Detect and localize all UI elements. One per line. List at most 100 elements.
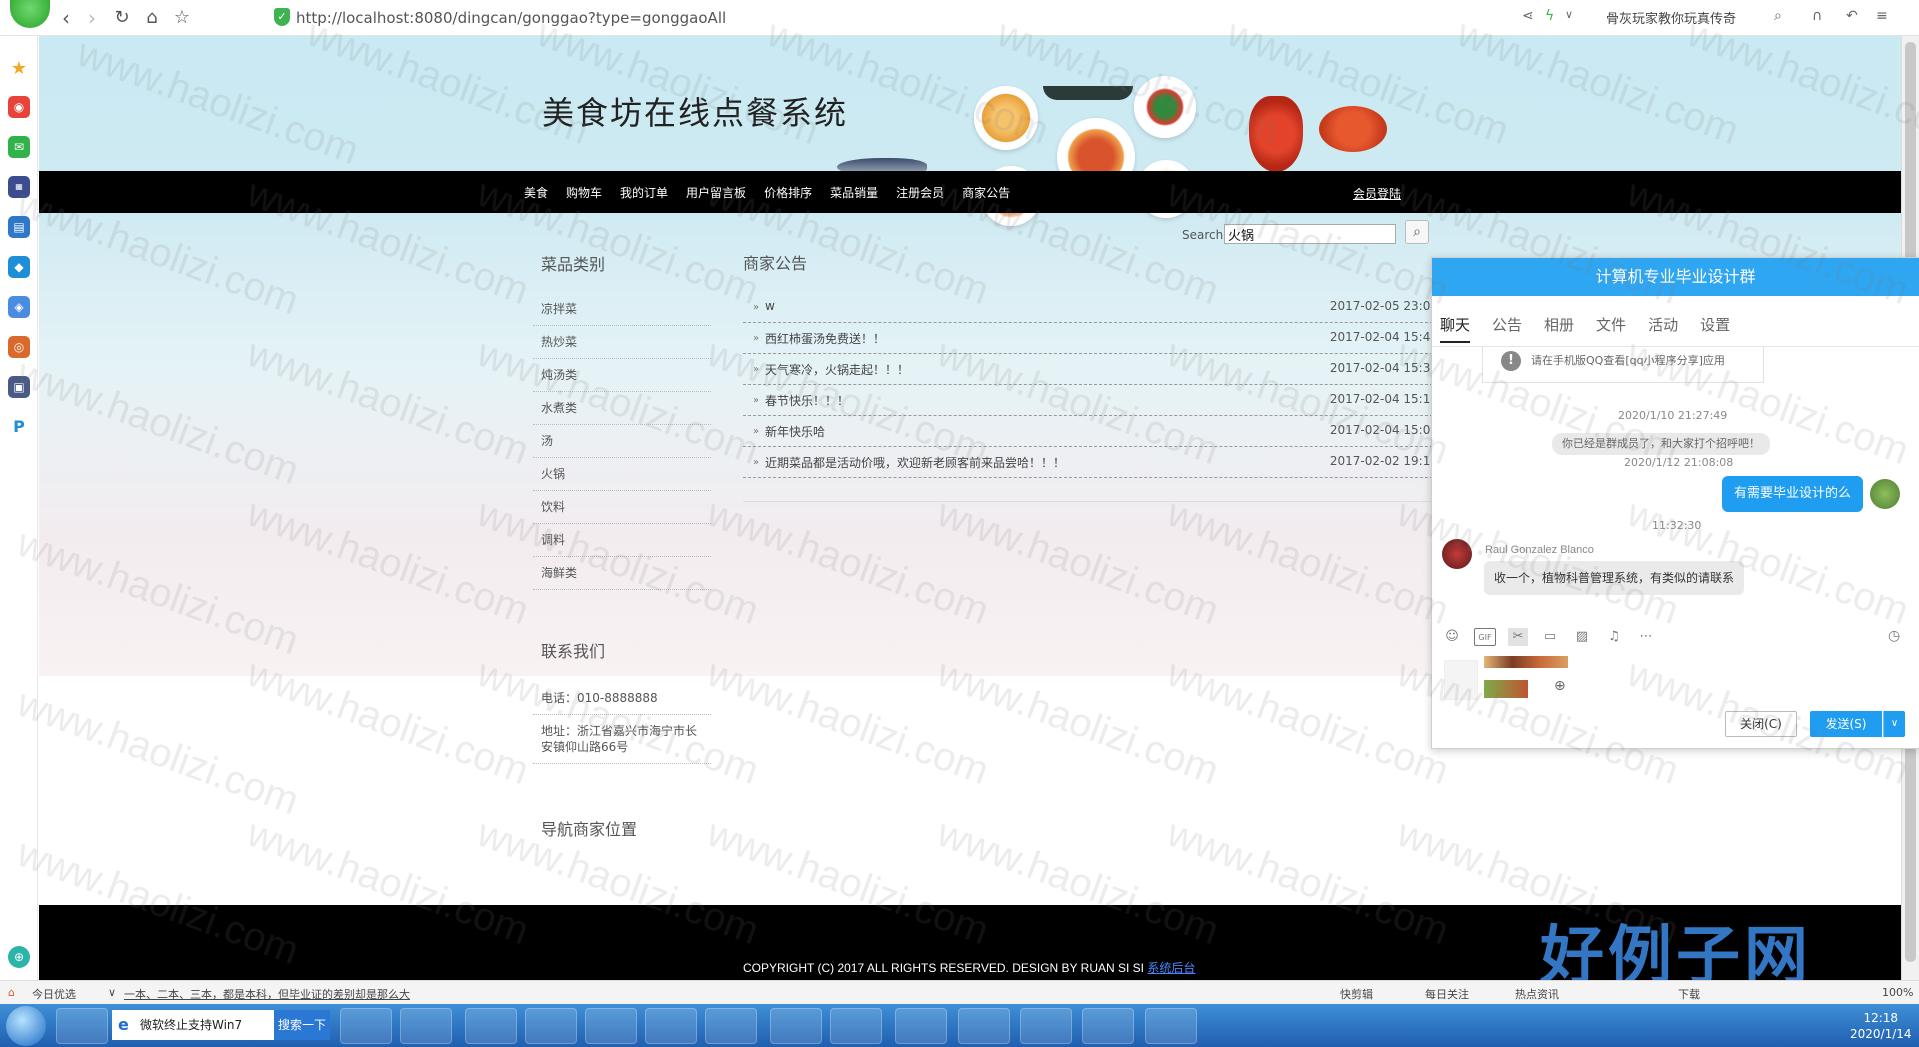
chat-tab-4[interactable]: 活动 <box>1648 314 1678 343</box>
feather-icon[interactable] <box>895 1008 947 1044</box>
nav-link-3[interactable]: 用户留言板 <box>686 184 746 201</box>
p-app-icon[interactable]: P <box>8 416 30 438</box>
nav-link-6[interactable]: 注册会员 <box>896 184 944 201</box>
notice-row[interactable]: » 天气寒冷，火锅走起！！！ 2017-02-04 15:39 <box>743 354 1438 385</box>
admin-link[interactable]: 系统后台 <box>1147 961 1195 975</box>
chrome-icon-2[interactable] <box>770 1008 822 1044</box>
notice-row[interactable]: » 西红柿蛋汤免费送！！ 2017-02-04 15:40 <box>743 323 1438 354</box>
chevron-down-icon[interactable]: ∨ <box>1565 8 1573 21</box>
network-app-icon[interactable] <box>1145 1008 1197 1044</box>
favorites-star-icon[interactable]: ★ <box>8 58 30 80</box>
notice-title-link[interactable]: w <box>765 299 775 313</box>
share-icon[interactable]: ⋖ <box>1522 8 1534 24</box>
chrome-icon[interactable] <box>645 1008 697 1044</box>
file-explorer-icon[interactable] <box>340 1008 392 1044</box>
notice-title-link[interactable]: 近期菜品都是活动价哦，欢迎新老顾客前来品尝哈！！！ <box>765 454 1065 471</box>
notice-row[interactable]: » w 2017-02-05 23:04 <box>743 292 1438 323</box>
start-button[interactable] <box>6 1006 46 1046</box>
search-icon[interactable]: ⌕ <box>1774 8 1782 24</box>
nav-link-4[interactable]: 价格排序 <box>764 184 812 201</box>
app-360-icon[interactable] <box>56 1008 108 1044</box>
nav-link-5[interactable]: 菜品销量 <box>830 184 878 201</box>
notice-row[interactable]: » 新年快乐哈 2017-02-04 15:05 <box>743 416 1438 447</box>
mail-icon[interactable]: ✉ <box>8 136 30 158</box>
search-icon[interactable]: ⌕ <box>1405 220 1429 244</box>
my-avatar[interactable] <box>1870 479 1900 509</box>
undo-icon[interactable]: ↶ <box>1846 8 1858 24</box>
nav-link-0[interactable]: 美食 <box>524 184 548 201</box>
chat-tab-1[interactable]: 公告 <box>1492 314 1522 343</box>
refresh-icon[interactable]: ↻ <box>110 6 134 30</box>
category-item[interactable]: 热炒菜 <box>533 326 711 359</box>
browser-logo-icon[interactable] <box>10 0 50 28</box>
play-icon[interactable] <box>830 1008 882 1044</box>
category-item[interactable]: 海鲜类 <box>533 557 711 590</box>
chat-tab-5[interactable]: 设置 <box>1700 314 1730 343</box>
qq-browser-icon[interactable] <box>1020 1008 1072 1044</box>
downloads[interactable]: 下载 <box>1678 986 1700 1002</box>
ie-news-item[interactable]: e 微软终止支持Win7 <box>112 1010 274 1040</box>
headphones-icon[interactable]: ∩ <box>1812 8 1822 24</box>
compass-icon[interactable]: ⊕ <box>8 946 30 968</box>
notice-row[interactable]: » 近期菜品都是活动价哦，欢迎新老顾客前来品尝哈！！！ 2017-02-02 19:… <box>743 447 1438 478</box>
category-item[interactable]: 饮料 <box>533 491 711 524</box>
scissors-icon[interactable]: ✂ <box>1508 628 1528 646</box>
category-item[interactable]: 火锅 <box>533 458 711 491</box>
game-app-icon-2[interactable]: ◎ <box>8 336 30 358</box>
notice-title-link[interactable]: 天气寒冷，火锅走起！！！ <box>765 361 909 378</box>
back-icon[interactable]: ‹ <box>54 6 78 30</box>
quick-edit[interactable]: 快剪辑 <box>1340 986 1373 1002</box>
close-button[interactable]: 关闭(C) <box>1725 711 1797 737</box>
weibo-icon[interactable]: ◉ <box>8 96 30 118</box>
windows-store-icon[interactable] <box>705 1008 757 1044</box>
browser-promo-text[interactable]: 骨灰玩家教你玩真传奇 <box>1606 8 1736 27</box>
notice-title-link[interactable]: 新年快乐哈 <box>765 423 825 440</box>
chat-app-icon[interactable]: ◆ <box>8 256 30 278</box>
hot-news[interactable]: 热点资讯 <box>1515 986 1559 1002</box>
news-ticker[interactable]: 一本、二本、三本，都是本科，但毕业证的差别却是那么大 <box>124 986 410 1002</box>
zoom-icon[interactable]: ⊕ <box>1554 678 1566 694</box>
chat-tab-0[interactable]: 聊天 <box>1440 314 1471 343</box>
nav-link-2[interactable]: 我的订单 <box>620 184 668 201</box>
app-news-icon[interactable]: ▦ <box>8 176 30 198</box>
favorite-star-icon[interactable]: ☆ <box>170 6 194 30</box>
chat-messages[interactable]: ! 请在手机版QQ查看[qq小程序分享]应用 2020/1/10 21:27:4… <box>1432 346 1919 608</box>
sender-avatar[interactable] <box>1442 539 1472 569</box>
history-clock-icon[interactable]: ◷ <box>1888 628 1900 644</box>
category-item[interactable]: 凉拌菜 <box>533 293 711 326</box>
network-icon[interactable] <box>585 1008 637 1044</box>
member-login-link[interactable]: 会员登陆 <box>1353 185 1401 202</box>
search-input[interactable] <box>1224 224 1396 244</box>
notice-title-link[interactable]: 西红柿蛋汤免费送！！ <box>765 330 885 347</box>
game-app-icon[interactable]: ◈ <box>8 296 30 318</box>
forward-icon[interactable]: › <box>80 6 104 30</box>
game-app-icon-3[interactable]: ▣ <box>8 376 30 398</box>
address-bar[interactable]: ✓ http://localhost:8080/dingcan/gonggao?… <box>270 4 1500 32</box>
emoji-icon[interactable]: ☺ <box>1442 628 1462 646</box>
system-clock[interactable]: 12:18 2020/1/14 <box>1850 1010 1912 1042</box>
document-icon[interactable]: ▤ <box>8 216 30 238</box>
notice-title-link[interactable]: 春节快乐！！！ <box>765 392 849 409</box>
image-icon[interactable]: ▨ <box>1572 628 1592 646</box>
send-options-chevron-icon[interactable]: ∨ <box>1883 711 1905 737</box>
gift-icon[interactable]: ⌂ <box>8 986 15 999</box>
folder-icon[interactable]: ▭ <box>1540 628 1560 646</box>
bell-icon[interactable]: ♫ <box>1604 628 1624 646</box>
chat-tab-3[interactable]: 文件 <box>1596 314 1626 343</box>
home-icon[interactable]: ⌂ <box>140 6 164 30</box>
messenger-icon[interactable] <box>525 1008 577 1044</box>
menu-icon[interactable]: ≡ <box>1876 8 1888 24</box>
category-item[interactable]: 汤 <box>533 425 711 458</box>
gif-icon[interactable]: GIF <box>1474 628 1496 646</box>
taskbar-search-button[interactable]: 搜索一下 <box>274 1010 330 1040</box>
category-item[interactable]: 炖汤类 <box>533 359 711 392</box>
more-icon[interactable]: ⋯ <box>1636 628 1656 646</box>
browser-360-icon[interactable] <box>465 1008 517 1044</box>
category-item[interactable]: 调料 <box>533 524 711 557</box>
eclipse-icon[interactable] <box>958 1008 1010 1044</box>
nav-link-1[interactable]: 购物车 <box>566 184 602 201</box>
send-button[interactable]: 发送(S) <box>1810 711 1882 737</box>
nav-link-7[interactable]: 商家公告 <box>962 184 1010 201</box>
lightning-icon[interactable]: ϟ <box>1545 8 1554 24</box>
dolphin-icon[interactable] <box>1082 1008 1134 1044</box>
